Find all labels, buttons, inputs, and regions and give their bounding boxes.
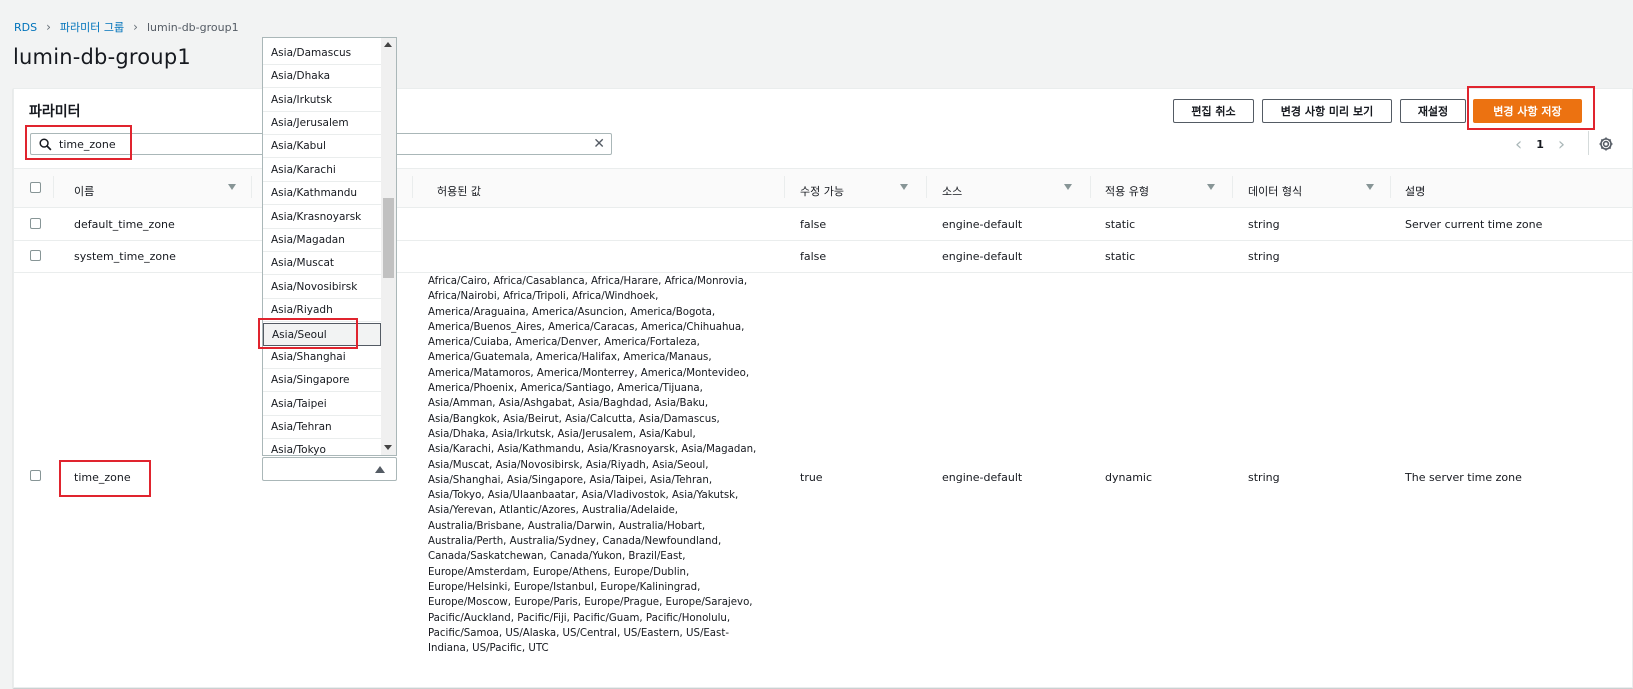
scrollbar-thumb[interactable] — [383, 198, 394, 278]
row-apply-type: static — [1105, 218, 1136, 231]
value-select[interactable] — [262, 457, 397, 481]
row-apply-type: dynamic — [1105, 471, 1153, 484]
sort-icon[interactable] — [1366, 184, 1374, 190]
column-divider — [1390, 176, 1391, 198]
row-divider — [14, 272, 1632, 273]
row-name: default_time_zone — [74, 218, 175, 231]
preview-changes-button[interactable]: 변경 사항 미리 보기 — [1262, 99, 1392, 123]
breadcrumb: RDS › 파라미터 그룹 › lumin-db-group1 — [14, 19, 239, 35]
row-modifiable: true — [800, 471, 823, 484]
save-changes-button[interactable]: 변경 사항 저장 — [1473, 99, 1582, 123]
cancel-edit-button[interactable]: 편집 취소 — [1173, 99, 1254, 123]
row-description: Server current time zone — [1405, 218, 1543, 231]
panel-title: 파라미터 — [29, 104, 81, 120]
column-header-name[interactable]: 이름 — [74, 183, 94, 199]
row-checkbox[interactable] — [30, 218, 41, 229]
dropdown-option[interactable]: Asia/Tokyo — [263, 439, 381, 455]
dropdown-option[interactable]: Asia/Kabul — [263, 135, 381, 158]
dropdown-option[interactable]: Asia/Shanghai — [263, 346, 381, 369]
timezone-dropdown-list[interactable]: Asia/Damascus Asia/Dhaka Asia/Irkutsk Asia/… — [262, 37, 397, 456]
column-header-data-type[interactable]: 데이터 형식 — [1248, 183, 1302, 199]
column-header-modifiable[interactable]: 수정 가능 — [800, 183, 844, 199]
dropdown-option[interactable]: Asia/Magadan — [263, 229, 381, 252]
column-header-source[interactable]: 소스 — [942, 183, 962, 199]
sort-icon[interactable] — [900, 184, 908, 190]
page-number[interactable]: 1 — [1536, 138, 1544, 151]
row-source: engine-default — [942, 471, 1023, 484]
chevron-right-icon: › — [46, 20, 51, 34]
breadcrumb-rds-link[interactable]: RDS — [14, 21, 37, 34]
sort-icon[interactable] — [228, 184, 236, 190]
select-all-checkbox[interactable] — [30, 182, 41, 193]
column-divider — [53, 176, 54, 198]
dropdown-option[interactable]: Asia/Novosibirsk — [263, 276, 381, 299]
reset-button[interactable]: 재설정 — [1400, 99, 1466, 123]
dropdown-option[interactable]: Asia/Seoul — [263, 323, 381, 346]
chevron-left-icon[interactable]: ‹ — [1515, 134, 1522, 155]
dropdown-option[interactable]: Asia/Kathmandu — [263, 182, 381, 205]
column-divider — [251, 176, 252, 198]
clear-icon[interactable]: ✕ — [593, 137, 605, 151]
column-divider — [1090, 176, 1091, 198]
row-source: engine-default — [942, 218, 1023, 231]
row-checkbox[interactable] — [30, 470, 41, 481]
breadcrumb-parameter-groups-link[interactable]: 파라미터 그룹 — [60, 19, 124, 35]
sort-icon[interactable] — [1207, 184, 1215, 190]
dropdown-option[interactable]: Asia/Damascus — [263, 42, 381, 65]
column-header-apply-type[interactable]: 적용 유형 — [1105, 183, 1149, 199]
pagination: ‹ 1 › — [1515, 134, 1565, 155]
dropdown-option[interactable]: Asia/Karachi — [263, 159, 381, 182]
dropdown-option[interactable]: Asia/Riyadh — [263, 299, 381, 322]
scroll-up-icon[interactable] — [384, 42, 392, 47]
row-description: The server time zone — [1405, 471, 1522, 484]
column-header-description[interactable]: 설명 — [1405, 183, 1425, 199]
column-divider — [784, 176, 785, 198]
dropdown-scrollbar[interactable] — [381, 38, 396, 455]
row-allowed-values: Africa/Cairo, Africa/Casablanca, Africa/… — [428, 276, 757, 655]
column-divider — [412, 176, 413, 198]
breadcrumb-current: lumin-db-group1 — [146, 20, 239, 34]
row-checkbox[interactable] — [30, 250, 41, 261]
chevron-right-icon: › — [133, 20, 138, 34]
dropdown-option[interactable]: Asia/Dhaka — [263, 65, 381, 88]
row-data-type: string — [1248, 250, 1280, 263]
dropdown-option[interactable]: Asia/Irkutsk — [263, 89, 381, 112]
chevron-right-icon[interactable]: › — [1558, 134, 1565, 155]
row-modifiable: false — [800, 218, 827, 231]
dropdown-option[interactable]: Asia/Tehran — [263, 416, 381, 439]
row-name: time_zone — [74, 471, 131, 484]
column-header-allowed-values[interactable]: 허용된 값 — [437, 183, 481, 199]
column-divider — [1232, 176, 1233, 198]
settings-gear-icon[interactable] — [1598, 136, 1614, 152]
dropdown-option[interactable]: Asia/Krasnoyarsk — [263, 206, 381, 229]
row-name: system_time_zone — [74, 250, 176, 263]
column-divider — [926, 176, 927, 198]
row-modifiable: false — [800, 250, 827, 263]
row-apply-type: static — [1105, 250, 1136, 263]
dropdown-option[interactable]: Asia/Singapore — [263, 369, 381, 392]
search-icon — [39, 138, 52, 151]
row-divider — [14, 240, 1632, 241]
pagination-divider — [1588, 131, 1589, 155]
row-data-type: string — [1248, 218, 1280, 231]
sort-icon[interactable] — [1064, 184, 1072, 190]
search-value: time_zone — [59, 138, 116, 151]
dropdown-option[interactable]: Asia/Taipei — [263, 393, 381, 416]
caret-up-icon — [375, 466, 385, 473]
dropdown-option[interactable]: Asia/Muscat — [263, 252, 381, 275]
row-data-type: string — [1248, 471, 1280, 484]
dropdown-option[interactable]: Asia/Jerusalem — [263, 112, 381, 135]
page-title: lumin-db-group1 — [13, 45, 191, 69]
scroll-down-icon[interactable] — [384, 445, 392, 450]
row-source: engine-default — [942, 250, 1023, 263]
